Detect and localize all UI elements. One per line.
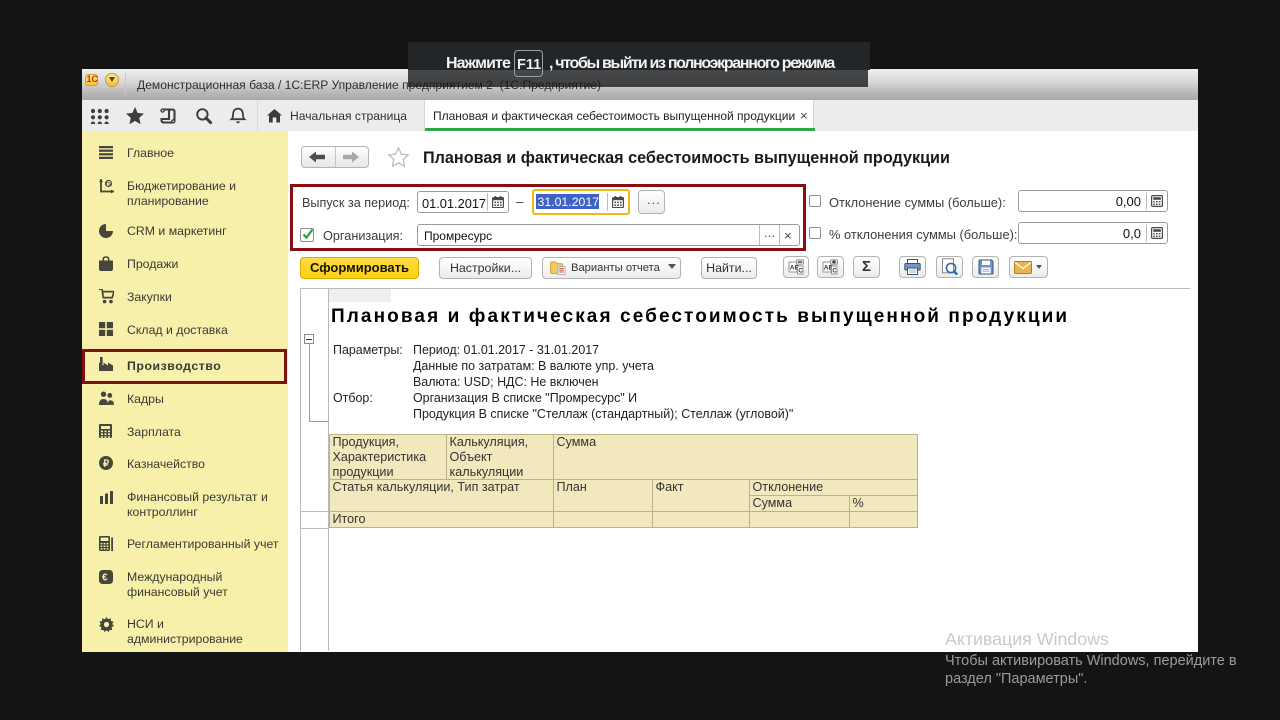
svg-text:С: С: [798, 268, 803, 274]
svg-text:€: €: [102, 573, 108, 584]
svg-text:₽: ₽: [103, 458, 110, 469]
svg-text:С: С: [832, 268, 837, 274]
